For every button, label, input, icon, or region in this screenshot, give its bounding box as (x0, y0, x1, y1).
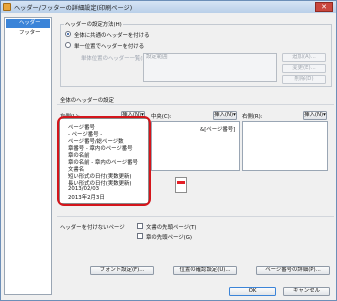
app-icon (3, 3, 11, 11)
nav-item-footer[interactable]: フッター (6, 29, 50, 38)
right-text-box[interactable] (242, 121, 328, 171)
radio-per-unit-label: 単一位置でヘッダーを付ける (74, 44, 145, 50)
section-divider-2 (57, 216, 334, 217)
unit-list-box[interactable]: 設定範囲 (143, 53, 277, 82)
section-divider (57, 104, 334, 105)
radio-common-header[interactable] (65, 31, 71, 37)
center-value: &[ページ番号] (200, 127, 236, 133)
checkbox-first-chapter-label: 章の先頭ページ(G) (146, 235, 193, 241)
page-preview (175, 177, 187, 193)
add-button[interactable]: 追加(A)... (282, 53, 326, 62)
center-label: 中央(C): (151, 114, 172, 120)
font-settings-button[interactable]: フォント設定(F)... (90, 266, 154, 275)
checkbox-first-doc-label: 文書の先頭ページ(T) (146, 225, 197, 231)
right-label: 右側(R): (242, 114, 263, 120)
center-text-box[interactable]: &[ページ番号] (151, 121, 240, 171)
preview-header-mark (177, 181, 185, 184)
checkbox-first-chapter-page[interactable] (137, 233, 143, 239)
radio-per-unit-header[interactable] (65, 42, 71, 48)
highlight-frame (57, 116, 151, 206)
dialog-window: ヘッダー/フッターの詳細設定(印刷ページ) ✕ ヘッダー フッター ヘッダーの設… (0, 0, 337, 301)
insert-right-button[interactable]: 挿入(N)▾ (303, 111, 327, 120)
insert-center-button[interactable]: 挿入(N)▾ (213, 111, 237, 120)
nav-list: ヘッダー フッター (4, 17, 52, 295)
checkbox-first-doc-page[interactable] (137, 223, 143, 229)
unit-list-label: 単体位置のヘッダー一覧(I): (81, 56, 148, 62)
title-bar[interactable]: ヘッダー/フッターの詳細設定(印刷ページ) ✕ (1, 1, 336, 13)
window-title: ヘッダー/フッターの詳細設定(印刷ページ) (14, 5, 133, 12)
edit-button[interactable]: 変更(E)... (282, 64, 326, 73)
ok-button[interactable]: OK (229, 287, 276, 296)
settings-group-title: ヘッダーの設定方法(H) (64, 20, 123, 28)
delete-button[interactable]: 削除(D) (282, 75, 326, 84)
nav-item-header[interactable]: ヘッダー (6, 19, 50, 28)
radio-common-label: 全体に共通のヘッダーを付ける (74, 33, 150, 39)
hide-header-label: ヘッダーを付けないページ (60, 225, 125, 231)
cancel-button[interactable]: キャンセル (283, 287, 330, 296)
close-button[interactable]: ✕ (315, 2, 333, 12)
position-check-button[interactable]: 位置の確認設定(U)... (173, 266, 237, 275)
page-number-detail-button[interactable]: ページ番号の詳細(P)... (256, 266, 330, 275)
common-header-title: 全体のヘッダーの設定 (60, 98, 114, 104)
